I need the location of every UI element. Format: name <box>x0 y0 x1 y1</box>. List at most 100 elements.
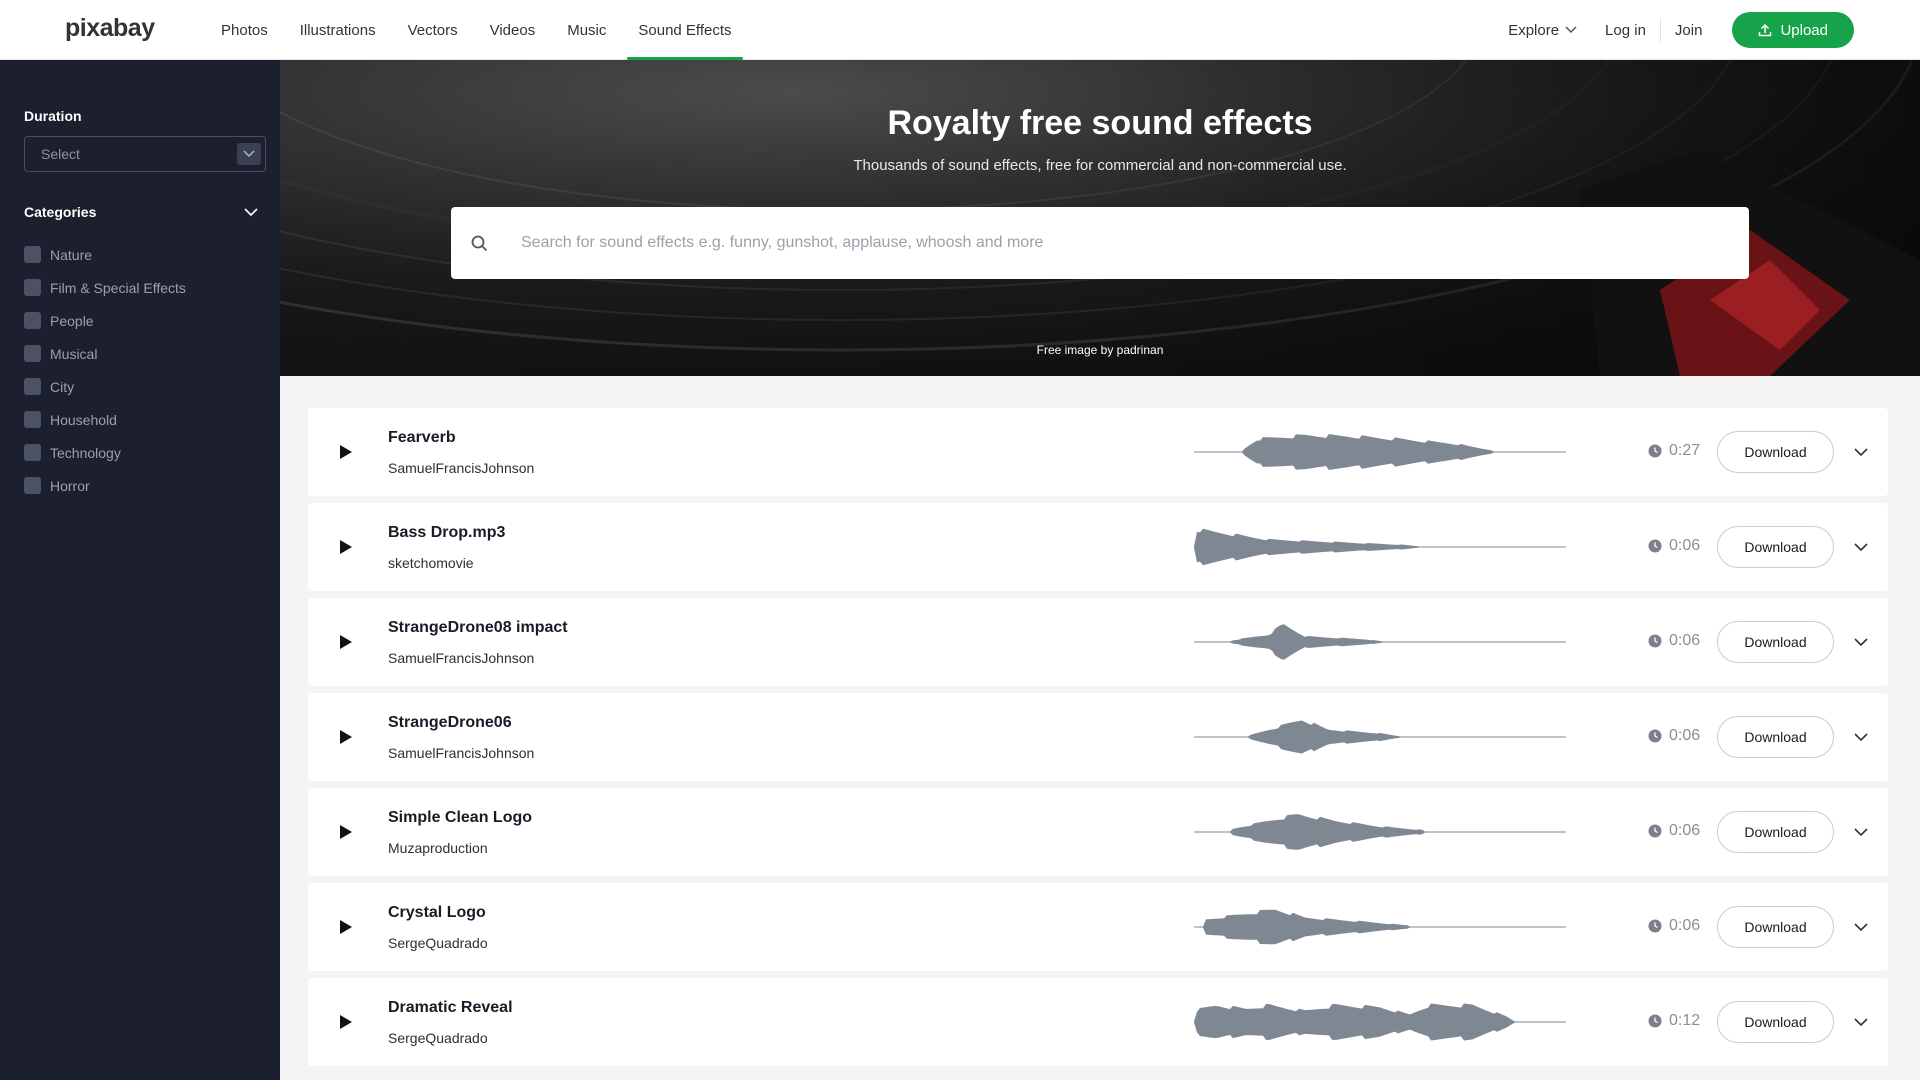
waveform[interactable] <box>1194 810 1566 854</box>
expand-toggle[interactable] <box>1851 442 1871 462</box>
waveform[interactable] <box>1194 905 1566 949</box>
download-button[interactable]: Download <box>1717 906 1834 948</box>
checkbox[interactable] <box>24 477 41 494</box>
play-button[interactable] <box>330 626 362 658</box>
expand-toggle[interactable] <box>1851 822 1871 842</box>
play-icon <box>340 825 352 839</box>
upload-button[interactable]: Upload <box>1732 12 1854 48</box>
play-button[interactable] <box>330 436 362 468</box>
chevron-down-icon <box>237 143 261 165</box>
track-title[interactable]: Bass Drop.mp3 <box>388 524 505 542</box>
checkbox[interactable] <box>24 378 41 395</box>
duration: 0:06 <box>1648 822 1700 840</box>
track-title[interactable]: StrangeDrone06 <box>388 714 512 732</box>
nav-sound-effects[interactable]: Sound Effects <box>622 0 747 60</box>
nav-photos[interactable]: Photos <box>205 0 284 60</box>
nav-videos[interactable]: Videos <box>474 0 552 60</box>
sound-track-row: Simple Clean Logo Muzaproduction 0:06 Do… <box>308 788 1888 876</box>
duration: 0:27 <box>1648 442 1700 460</box>
waveform[interactable] <box>1194 430 1566 474</box>
category-nature[interactable]: Nature <box>24 238 256 271</box>
chevron-down-icon <box>1854 922 1868 931</box>
track-author[interactable]: SergeQuadrado <box>388 935 488 951</box>
waveform[interactable] <box>1194 1000 1566 1044</box>
nav-vectors[interactable]: Vectors <box>392 0 474 60</box>
play-button[interactable] <box>330 721 362 753</box>
categories-toggle[interactable]: Categories <box>24 204 258 220</box>
image-credit[interactable]: Free image by padrinan <box>280 343 1920 357</box>
category-label: Technology <box>50 444 121 461</box>
track-author[interactable]: Muzaproduction <box>388 840 488 856</box>
track-author[interactable]: SamuelFrancisJohnson <box>388 650 534 666</box>
join-link[interactable]: Join <box>1675 22 1703 39</box>
play-button[interactable] <box>330 1006 362 1038</box>
pixabay-logo[interactable]: pixabay <box>65 14 155 43</box>
checkbox[interactable] <box>24 312 41 329</box>
expand-toggle[interactable] <box>1851 537 1871 557</box>
track-title[interactable]: Crystal Logo <box>388 904 486 922</box>
duration-value: 0:06 <box>1669 632 1701 649</box>
explore-menu[interactable]: Explore <box>1508 22 1577 39</box>
nav-illustrations[interactable]: Illustrations <box>284 0 392 60</box>
download-button[interactable]: Download <box>1717 811 1834 853</box>
track-author[interactable]: sketchomovie <box>388 555 474 571</box>
checkbox[interactable] <box>24 411 41 428</box>
track-author[interactable]: SamuelFrancisJohnson <box>388 460 534 476</box>
sound-track-row: Dramatic Reveal SergeQuadrado 0:12 Downl… <box>308 978 1888 1066</box>
track-author[interactable]: SamuelFrancisJohnson <box>388 745 534 761</box>
download-button[interactable]: Download <box>1717 1001 1834 1043</box>
main-nav: Photos Illustrations Vectors Videos Musi… <box>205 0 748 60</box>
track-title[interactable]: StrangeDrone08 impact <box>388 619 568 637</box>
clock-icon <box>1648 444 1662 458</box>
expand-toggle[interactable] <box>1851 727 1871 747</box>
category-list: Nature Film & Special Effects People Mus… <box>24 238 256 502</box>
category-label: Horror <box>50 477 90 494</box>
category-technology[interactable]: Technology <box>24 436 256 469</box>
expand-toggle[interactable] <box>1851 1012 1871 1032</box>
clock-icon <box>1648 919 1662 933</box>
play-button[interactable] <box>330 911 362 943</box>
category-horror[interactable]: Horror <box>24 469 256 502</box>
expand-toggle[interactable] <box>1851 632 1871 652</box>
track-author[interactable]: SergeQuadrado <box>388 1030 488 1046</box>
waveform[interactable] <box>1194 715 1566 759</box>
upload-label: Upload <box>1780 21 1828 39</box>
category-household[interactable]: Household <box>24 403 256 436</box>
waveform[interactable] <box>1194 525 1566 569</box>
checkbox[interactable] <box>24 279 41 296</box>
expand-toggle[interactable] <box>1851 917 1871 937</box>
category-film-special-effects[interactable]: Film & Special Effects <box>24 271 256 304</box>
download-button[interactable]: Download <box>1717 621 1834 663</box>
duration-value: 0:06 <box>1669 822 1701 839</box>
chevron-down-icon <box>244 207 258 216</box>
track-title[interactable]: Simple Clean Logo <box>388 809 532 827</box>
category-people[interactable]: People <box>24 304 256 337</box>
waveform[interactable] <box>1194 620 1566 664</box>
search-input[interactable] <box>521 234 1721 252</box>
nav-music[interactable]: Music <box>551 0 622 60</box>
play-icon <box>340 1015 352 1029</box>
play-button[interactable] <box>330 531 362 563</box>
checkbox[interactable] <box>24 246 41 263</box>
sound-track-row: Crystal Logo SergeQuadrado 0:06 Download <box>308 883 1888 971</box>
duration-value: 0:06 <box>1669 727 1701 744</box>
hero-subtitle: Thousands of sound effects, free for com… <box>853 157 1347 174</box>
chevron-down-icon <box>1854 447 1868 456</box>
search-icon[interactable] <box>467 231 491 255</box>
duration-value: 0:06 <box>1669 917 1701 934</box>
download-button[interactable]: Download <box>1717 526 1834 568</box>
duration: 0:12 <box>1648 1012 1700 1030</box>
login-link[interactable]: Log in <box>1605 22 1646 39</box>
duration-select[interactable]: Select <box>24 136 266 172</box>
download-button[interactable]: Download <box>1717 431 1834 473</box>
checkbox[interactable] <box>24 444 41 461</box>
track-title[interactable]: Dramatic Reveal <box>388 999 513 1017</box>
play-button[interactable] <box>330 816 362 848</box>
download-button[interactable]: Download <box>1717 716 1834 758</box>
checkbox[interactable] <box>24 345 41 362</box>
category-musical[interactable]: Musical <box>24 337 256 370</box>
track-title[interactable]: Fearverb <box>388 429 456 447</box>
filter-sidebar: Duration Select Categories Nature Film &… <box>0 60 280 1080</box>
divider <box>1659 18 1661 42</box>
category-city[interactable]: City <box>24 370 256 403</box>
